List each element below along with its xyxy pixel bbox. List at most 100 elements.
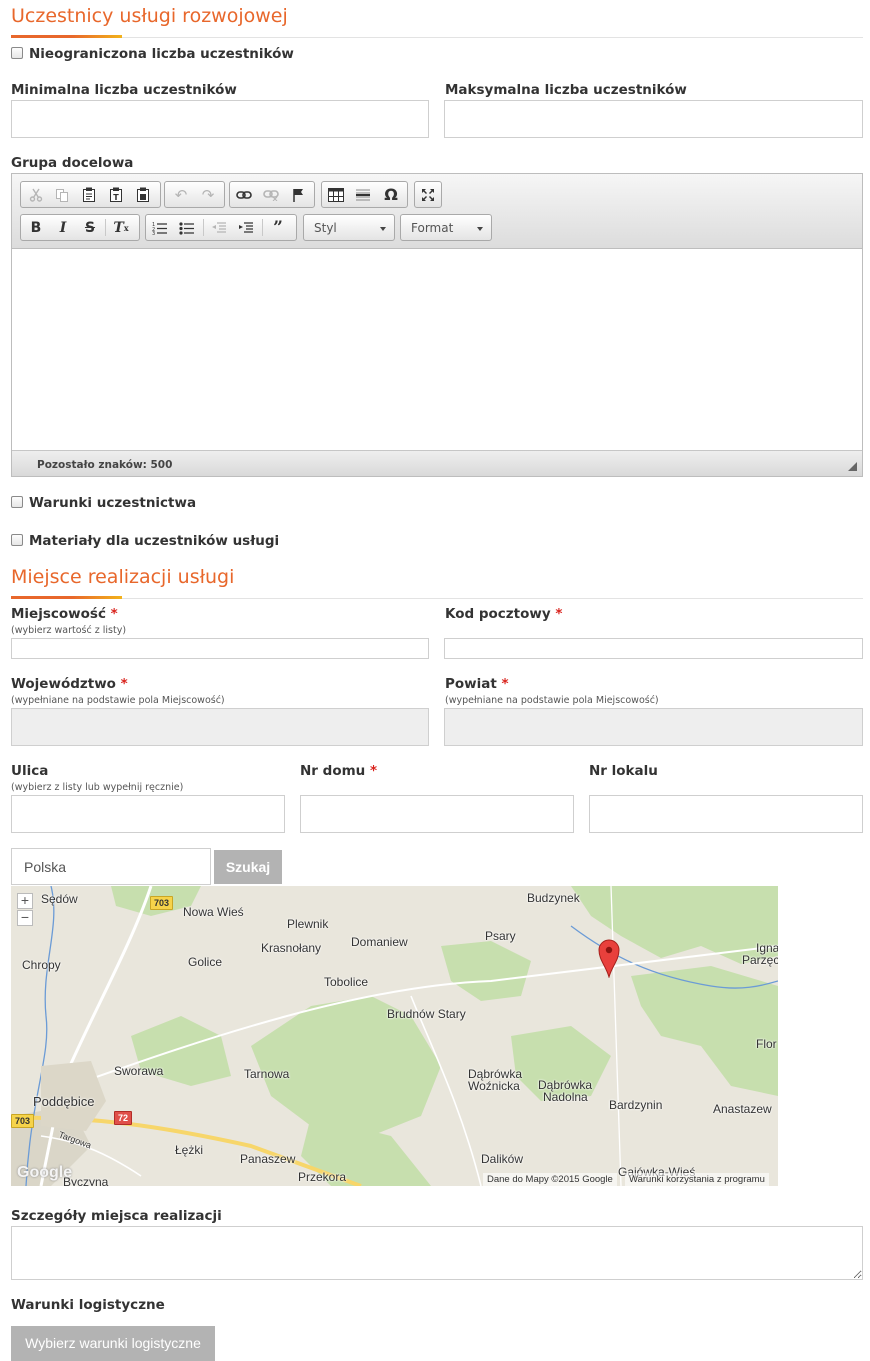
location-details-label: Szczegóły miejsca realizacji bbox=[11, 1208, 222, 1224]
map-label: Tarnowa bbox=[244, 1067, 290, 1081]
road-shield: 72 bbox=[114, 1111, 133, 1125]
bulleted-list-icon[interactable] bbox=[176, 217, 198, 238]
conditions-checkbox[interactable] bbox=[11, 496, 23, 508]
house-number-label: Nr domu * bbox=[300, 763, 378, 779]
map-attribution: Dane do Mapy ©2015 Google bbox=[483, 1173, 617, 1186]
section-title-participants: Uczestnicy usługi rozwojowej bbox=[11, 5, 288, 27]
resize-handle-icon[interactable] bbox=[848, 462, 857, 471]
blockquote-icon[interactable]: ” bbox=[267, 217, 289, 238]
maximize-icon[interactable] bbox=[417, 184, 439, 205]
copy-icon[interactable] bbox=[51, 184, 73, 205]
paragraph-group: 123 ” bbox=[145, 214, 297, 241]
link-group bbox=[229, 181, 315, 208]
map-label: Tobolice bbox=[324, 975, 369, 989]
street-label: Ulica bbox=[11, 763, 49, 779]
redo-icon[interactable]: ↷ bbox=[197, 184, 219, 205]
required-mark: * bbox=[120, 676, 128, 692]
remove-format-icon[interactable]: Tx bbox=[110, 217, 132, 238]
map-label: Dalików bbox=[481, 1152, 524, 1166]
style-dropdown-label: Styl bbox=[314, 221, 337, 235]
max-participants-input[interactable] bbox=[444, 100, 863, 138]
history-group: ↶ ↷ bbox=[164, 181, 225, 208]
target-group-label: Grupa docelowa bbox=[11, 155, 134, 171]
section-divider bbox=[11, 598, 863, 599]
anchor-flag-icon[interactable] bbox=[287, 184, 309, 205]
map-label: Flor bbox=[756, 1037, 777, 1051]
map-label: Psary bbox=[485, 929, 516, 943]
unlink-icon[interactable] bbox=[260, 184, 282, 205]
conditions-label: Warunki uczestnictwa bbox=[29, 495, 197, 511]
italic-icon[interactable]: I bbox=[52, 217, 74, 238]
map-label: Golice bbox=[188, 955, 223, 969]
section-accent bbox=[11, 596, 122, 599]
street-input[interactable] bbox=[11, 795, 285, 833]
materials-checkbox[interactable] bbox=[11, 534, 23, 546]
table-icon[interactable] bbox=[325, 184, 347, 205]
style-dropdown[interactable]: Styl bbox=[303, 214, 395, 241]
map-label: Budzynek bbox=[527, 891, 580, 905]
undo-icon[interactable]: ↶ bbox=[170, 184, 192, 205]
map-label: Domaniew bbox=[351, 935, 408, 949]
map-marker-icon[interactable] bbox=[598, 938, 620, 978]
voivodeship-hint: (wypełniane na podstawie pola Miejscowoś… bbox=[11, 695, 225, 706]
horizontal-line-icon[interactable] bbox=[352, 184, 374, 205]
map-label: Anastazew bbox=[713, 1102, 772, 1116]
editor-footer: Pozostało znaków: 500 bbox=[12, 450, 862, 476]
map-label: Chropy bbox=[22, 958, 61, 972]
rich-text-editor: T ↶ ↷ Ω B I S T x 1 2 3 ” Styl Format Po… bbox=[11, 173, 863, 477]
cut-icon[interactable] bbox=[25, 184, 47, 205]
clipboard-group: T bbox=[20, 181, 161, 208]
strike-icon[interactable]: S bbox=[79, 217, 101, 238]
map-label: Woźnicka bbox=[468, 1079, 520, 1093]
svg-text:T: T bbox=[113, 193, 119, 202]
paste-word-icon[interactable] bbox=[132, 184, 154, 205]
map-label: Sędów bbox=[41, 892, 78, 906]
map-background bbox=[11, 886, 778, 1186]
indent-icon[interactable] bbox=[235, 217, 257, 238]
county-label: Powiat * bbox=[445, 676, 509, 692]
min-participants-input[interactable] bbox=[11, 100, 429, 138]
county-hint: (wypełniane na podstawie pola Miejscowoś… bbox=[445, 695, 659, 706]
svg-text:3: 3 bbox=[152, 231, 155, 235]
map-label: Sworawa bbox=[114, 1064, 164, 1078]
section-accent bbox=[11, 35, 122, 38]
required-mark: * bbox=[501, 676, 509, 692]
road-shield: 703 bbox=[150, 896, 174, 910]
numbered-list-icon[interactable]: 123 bbox=[149, 217, 171, 238]
postal-code-input[interactable] bbox=[444, 638, 863, 659]
house-number-input[interactable] bbox=[300, 795, 574, 833]
chevron-down-icon bbox=[380, 227, 386, 231]
unit-number-input[interactable] bbox=[589, 795, 863, 833]
map-label: Brudnów Stary bbox=[387, 1007, 466, 1021]
bold-icon[interactable]: B bbox=[25, 217, 47, 238]
map-search-button[interactable]: Szukaj bbox=[214, 850, 282, 884]
zoom-out-button[interactable]: − bbox=[17, 910, 33, 926]
voivodeship-label: Województwo * bbox=[11, 676, 128, 692]
outdent-icon[interactable] bbox=[208, 217, 230, 238]
editor-content-area[interactable] bbox=[12, 249, 862, 450]
remaining-chars: Pozostało znaków: 500 bbox=[37, 459, 173, 471]
map[interactable]: + − 703 703 72 Sędów Nowa Wieś Plewnik B… bbox=[11, 886, 778, 1186]
choose-logistics-button[interactable]: Wybierz warunki logistyczne bbox=[11, 1326, 215, 1361]
paste-text-icon[interactable]: T bbox=[105, 184, 127, 205]
city-input[interactable] bbox=[11, 638, 429, 659]
maximize-group bbox=[414, 181, 442, 208]
paste-icon[interactable] bbox=[78, 184, 100, 205]
map-label: Poddębice bbox=[33, 1094, 95, 1109]
city-label: Miejscowość * bbox=[11, 606, 118, 622]
map-search-input[interactable] bbox=[11, 848, 211, 885]
chevron-down-icon bbox=[477, 227, 483, 231]
link-icon[interactable] bbox=[233, 184, 255, 205]
zoom-in-button[interactable]: + bbox=[17, 893, 33, 909]
map-terms-link[interactable]: Warunki korzystania z programu bbox=[625, 1173, 769, 1186]
section-title-location: Miejsce realizacji usługi bbox=[11, 566, 235, 588]
format-dropdown[interactable]: Format bbox=[400, 214, 492, 241]
min-participants-label: Minimalna liczba uczestników bbox=[11, 82, 237, 98]
unlimited-label: Nieograniczona liczba uczestników bbox=[29, 46, 294, 62]
map-label: Parzęc bbox=[742, 953, 778, 967]
map-label: Panaszew bbox=[240, 1152, 296, 1166]
unlimited-checkbox[interactable] bbox=[11, 47, 23, 59]
special-char-icon[interactable]: Ω bbox=[380, 184, 402, 205]
location-details-textarea[interactable] bbox=[11, 1226, 863, 1280]
unit-number-label: Nr lokalu bbox=[589, 763, 658, 779]
